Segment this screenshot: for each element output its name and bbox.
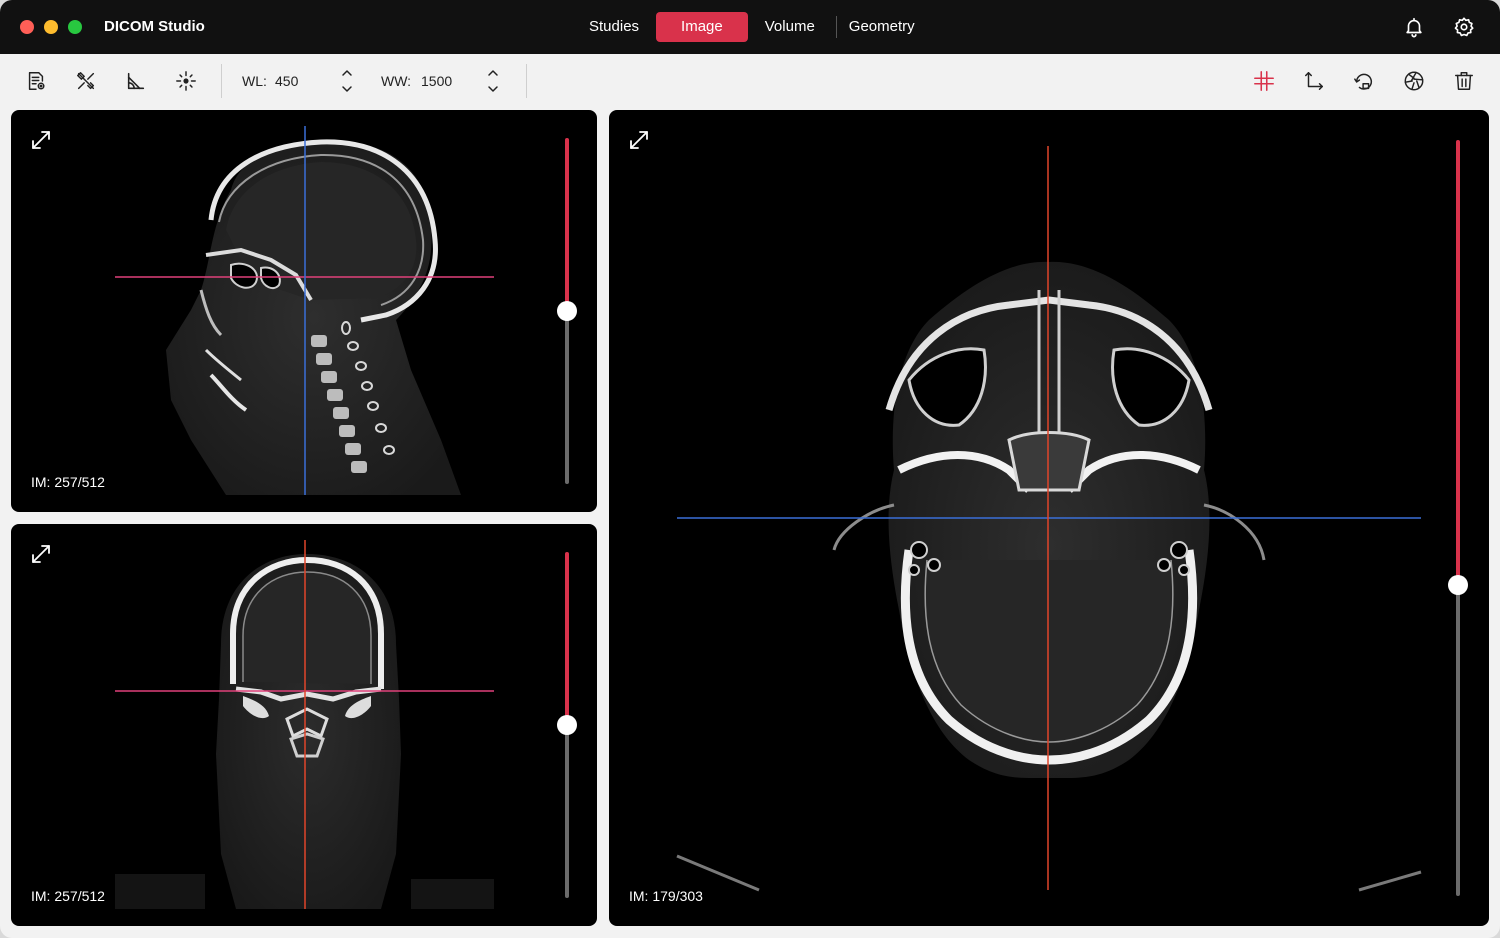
ww-value[interactable]: 1500 <box>421 73 452 89</box>
slider-thumb[interactable] <box>1448 575 1468 595</box>
axial-image <box>676 146 1422 892</box>
aperture-icon[interactable] <box>1401 68 1427 94</box>
app-window: DICOM Studio Studies Image Volume Geomet… <box>0 0 1500 938</box>
trash-icon[interactable] <box>1451 68 1477 94</box>
ww-stepper[interactable] <box>486 67 500 95</box>
angle-measure-icon[interactable] <box>123 68 149 94</box>
tab-studies[interactable]: Studies <box>572 12 656 42</box>
expand-icon[interactable] <box>627 128 651 152</box>
report-settings-icon[interactable] <box>23 68 49 94</box>
toolbar-divider <box>221 64 222 98</box>
viewport-coronal[interactable]: IM: 257/512 <box>11 524 597 926</box>
rotate-icon[interactable] <box>1351 68 1377 94</box>
slider-track <box>565 724 569 898</box>
slice-slider[interactable] <box>557 552 577 898</box>
coronal-image <box>115 540 494 909</box>
expand-icon[interactable] <box>29 128 53 152</box>
sagittal-image <box>115 126 494 495</box>
ww-label: WW: <box>381 73 412 89</box>
slider-fill <box>1456 140 1460 584</box>
slice-slider[interactable] <box>557 138 577 484</box>
slice-counter: IM: 179/303 <box>629 888 703 904</box>
viewport-axial[interactable]: IM: 179/303 <box>609 110 1489 926</box>
title-bar: DICOM Studio Studies Image Volume Geomet… <box>0 0 1500 54</box>
slice-slider[interactable] <box>1448 140 1468 896</box>
slice-counter: IM: 257/512 <box>31 474 105 490</box>
wl-label: WL: <box>242 73 267 89</box>
crosshair-icon[interactable] <box>1251 68 1277 94</box>
slider-fill <box>565 552 569 724</box>
slider-fill <box>565 138 569 310</box>
maximize-window-button[interactable] <box>68 20 82 34</box>
slider-track <box>1456 584 1460 896</box>
expand-icon[interactable] <box>29 542 53 566</box>
toolbar-divider <box>526 64 527 98</box>
slice-counter: IM: 257/512 <box>31 888 105 904</box>
slider-thumb[interactable] <box>557 301 577 321</box>
bell-icon[interactable] <box>1401 14 1427 40</box>
axis-icon[interactable] <box>1301 68 1327 94</box>
wl-stepper[interactable] <box>340 67 354 95</box>
tab-volume[interactable]: Volume <box>748 12 832 42</box>
tab-image[interactable]: Image <box>656 12 748 42</box>
main-nav: Studies Image Volume Geometry <box>572 12 932 42</box>
slider-track <box>565 310 569 484</box>
app-title: DICOM Studio <box>104 18 205 35</box>
viewport-sagittal[interactable]: IM: 257/512 <box>11 110 597 512</box>
close-window-button[interactable] <box>20 20 34 34</box>
toolbar: WL: 450 WW: 1500 <box>0 54 1500 108</box>
crosshair-center-icon[interactable] <box>173 68 199 94</box>
minimize-window-button[interactable] <box>44 20 58 34</box>
wl-value[interactable]: 450 <box>275 73 298 89</box>
slider-thumb[interactable] <box>557 715 577 735</box>
tools-icon[interactable] <box>73 68 99 94</box>
tab-geometry[interactable]: Geometry <box>837 12 932 42</box>
gear-icon[interactable] <box>1451 14 1477 40</box>
